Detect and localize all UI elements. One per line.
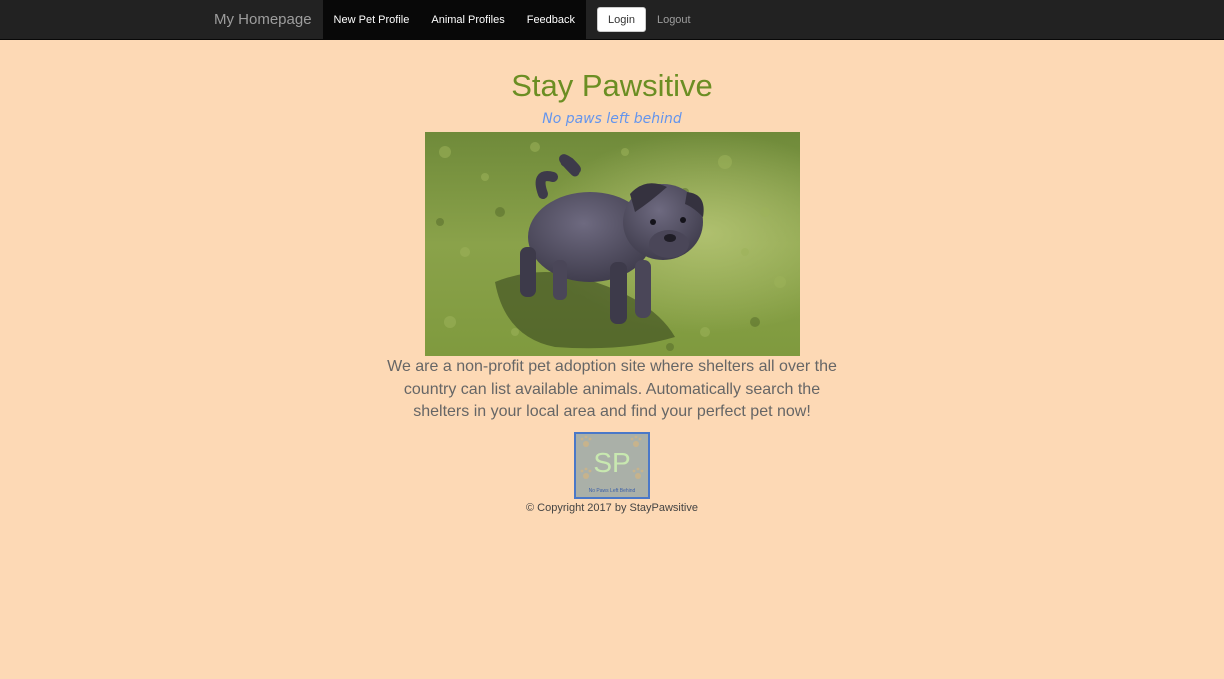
main-content: Stay Pawsitive No paws left behind We ar… bbox=[0, 40, 1224, 515]
nav-links: New Pet Profile Animal Profiles Feedback bbox=[322, 0, 587, 39]
nav-animal-profiles[interactable]: Animal Profiles bbox=[420, 0, 515, 39]
navbar: My Homepage New Pet Profile Animal Profi… bbox=[0, 0, 1224, 40]
page-title: Stay Pawsitive bbox=[511, 68, 713, 103]
hero-image bbox=[424, 132, 800, 356]
login-button[interactable]: Login bbox=[597, 7, 646, 32]
tagline: No paws left behind bbox=[542, 111, 682, 127]
logo-initials: SP bbox=[593, 447, 630, 478]
site-description: We are a non-profit pet adoption site wh… bbox=[387, 358, 837, 420]
logo-caption: No Paws Left Behind bbox=[589, 488, 636, 494]
brand-link[interactable]: My Homepage bbox=[203, 0, 323, 39]
nav-auth: Login Logout bbox=[597, 0, 691, 39]
site-logo[interactable]: SP No Paws Left Behind bbox=[574, 431, 650, 499]
navbar-inner: My Homepage New Pet Profile Animal Profi… bbox=[203, 0, 691, 39]
copyright: © Copyright 2017 by StayPawsitive bbox=[526, 501, 698, 514]
nav-new-pet-profile[interactable]: New Pet Profile bbox=[323, 0, 421, 39]
logout-link[interactable]: Logout bbox=[657, 14, 691, 26]
nav-feedback[interactable]: Feedback bbox=[516, 0, 586, 39]
